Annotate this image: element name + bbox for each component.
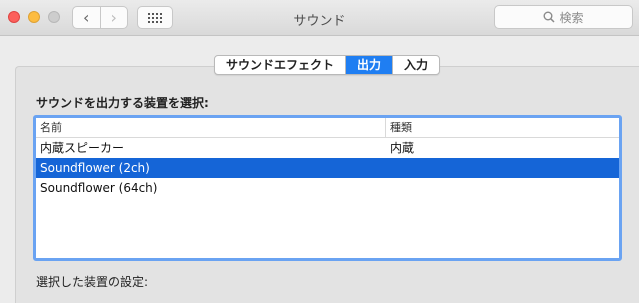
table-row[interactable]: Soundflower (64ch)	[36, 178, 619, 198]
device-type	[386, 158, 619, 178]
device-name: Soundflower (64ch)	[40, 181, 158, 195]
device-type: 内蔵	[390, 141, 415, 155]
tab-bar: サウンドエフェクト 出力 入力	[214, 55, 441, 75]
search-field[interactable]: 検索	[494, 5, 633, 29]
search-icon	[543, 11, 556, 23]
table-row[interactable]: 内蔵スピーカー 内蔵	[36, 138, 619, 158]
tab-sound-effects[interactable]: サウンドエフェクト	[215, 56, 345, 74]
title-bar: ‹ › サウンド 検索	[0, 0, 639, 36]
tab-input[interactable]: 入力	[392, 56, 439, 74]
device-type	[386, 178, 619, 198]
device-name: 内蔵スピーカー	[40, 141, 125, 155]
selected-device-settings-label: 選択した装置の設定:	[36, 275, 149, 289]
table-row[interactable]: Soundflower (2ch)	[36, 158, 619, 178]
output-device-list[interactable]: 名前 種類 内蔵スピーカー 内蔵 Soundflower (2ch) Sound…	[33, 115, 622, 261]
column-header-name[interactable]: 名前	[36, 118, 386, 137]
tab-output[interactable]: 出力	[345, 56, 393, 74]
column-header-type[interactable]: 種類	[386, 118, 619, 137]
output-device-select-label: サウンドを出力する装置を選択:	[36, 96, 209, 110]
device-name: Soundflower (2ch)	[40, 161, 150, 175]
search-placeholder: 検索	[559, 10, 584, 25]
list-header: 名前 種類	[36, 118, 619, 138]
